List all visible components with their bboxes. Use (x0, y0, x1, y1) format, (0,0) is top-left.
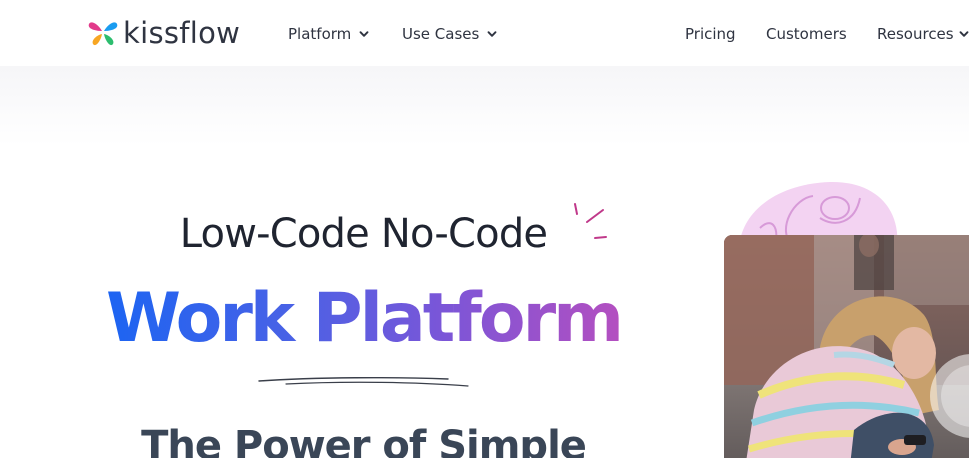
nav-use-cases-label: Use Cases (402, 25, 480, 43)
site-header: kissflow Platform Use Cases Pricing Cust… (0, 0, 969, 66)
nav-pricing-label: Pricing (685, 25, 736, 43)
nav-customers-label: Customers (766, 25, 847, 43)
brand-name: kissflow (123, 16, 241, 50)
hero-heading-line1: Low-Code No-Code (179, 211, 548, 257)
nav-customers[interactable]: Customers (766, 23, 847, 45)
hero-heading-line2: Work Platform (0, 279, 727, 359)
nav-use-cases[interactable]: Use Cases (402, 23, 498, 45)
nav-resources-label: Resources (877, 25, 954, 43)
chevron-down-icon (359, 31, 369, 37)
nav-resources[interactable]: Resources (877, 23, 969, 45)
scribble-underline (258, 376, 469, 387)
video-thumbnail-image (724, 235, 969, 458)
chevron-down-icon (487, 31, 497, 37)
hero-heading-gradient-text: Work Platform (106, 279, 624, 358)
hero-video-thumbnail[interactable] (724, 235, 969, 458)
hero-subheading: The Power of Simple (141, 423, 587, 458)
hero-section: Low-Code No-Code Work Platform The Power… (0, 66, 969, 458)
nav-pricing[interactable]: Pricing (685, 23, 736, 45)
nav-platform-label: Platform (288, 25, 352, 43)
nav-platform[interactable]: Platform (288, 23, 370, 45)
kissflow-butterfly-icon (88, 22, 118, 46)
sparkle-icon (574, 203, 607, 239)
chevron-down-icon (959, 31, 969, 37)
kissflow-logo[interactable]: kissflow (88, 18, 240, 48)
